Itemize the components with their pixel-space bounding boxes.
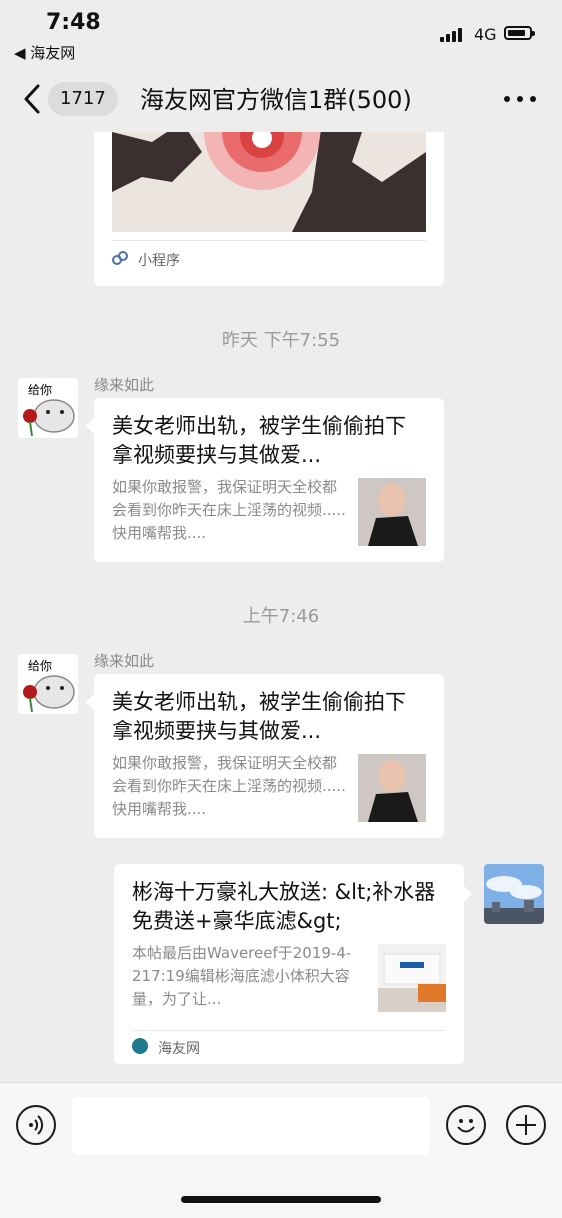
network-type: 4G bbox=[474, 25, 497, 44]
chat-header: 1717 海友网官方微信1群(500) bbox=[0, 66, 562, 132]
emoji-icon bbox=[457, 1119, 475, 1133]
link-message-card[interactable]: 美女老师出轨，被学生偷偷拍下拿视频要挟与其做爱... 如果你敢报警，我保证明天全… bbox=[86, 398, 444, 562]
source-logo-icon bbox=[132, 1038, 148, 1054]
sender-name: 缘来如此 bbox=[94, 376, 155, 394]
message-thumbnail bbox=[378, 944, 446, 1012]
avatar[interactable]: 给你 bbox=[18, 654, 78, 714]
chat-title: 海友网官方微信1群(500) bbox=[140, 86, 412, 114]
unread-count-badge[interactable]: 1717 bbox=[48, 82, 118, 116]
more-functions-button[interactable] bbox=[506, 1105, 546, 1145]
back-to-app-link[interactable]: ◀ 海友网 bbox=[14, 42, 75, 63]
message-title: 彬海十万豪礼大放送: &lt;补水器免费送+豪华底滤&gt; bbox=[132, 880, 436, 933]
home-indicator bbox=[181, 1196, 381, 1203]
divider bbox=[112, 240, 426, 241]
my-avatar[interactable] bbox=[484, 864, 544, 924]
timestamp: 昨天 下午7:55 bbox=[221, 330, 341, 351]
voice-input-button[interactable] bbox=[16, 1105, 56, 1145]
message-title: 美女老师出轨，被学生偷偷拍下拿视频要挟与其做爱... bbox=[112, 414, 406, 467]
message-title: 美女老师出轨，被学生偷偷拍下拿视频要挟与其做爱... bbox=[112, 690, 406, 743]
more-options-icon[interactable] bbox=[504, 96, 536, 104]
mini-program-card[interactable]: 小程序 bbox=[94, 132, 444, 286]
source-name: 海友网 bbox=[158, 1041, 200, 1057]
mini-program-image bbox=[112, 132, 426, 232]
avatar-caption: 给你 bbox=[28, 383, 52, 397]
mini-program-icon bbox=[112, 251, 128, 265]
outgoing-link-card[interactable]: 彬海十万豪礼大放送: &lt;补水器免费送+豪华底滤&gt; 本帖最后由Wave… bbox=[114, 864, 472, 1064]
link-message-card[interactable]: 美女老师出轨，被学生偷偷拍下拿视频要挟与其做爱... 如果你敢报警，我保证明天全… bbox=[86, 674, 444, 838]
message-list[interactable]: 小程序 昨天 下午7:55 给你 缘来如此 美女老师出轨，被学生偷偷拍下拿视频要… bbox=[0, 132, 562, 1082]
battery-icon bbox=[504, 26, 535, 40]
message-input[interactable] bbox=[72, 1097, 430, 1155]
avatar-caption: 给你 bbox=[28, 659, 52, 673]
avatar[interactable]: 给你 bbox=[18, 378, 78, 438]
divider bbox=[132, 1030, 446, 1031]
mini-program-label: 小程序 bbox=[138, 253, 180, 269]
message-description: 如果你敢报警，我保证明天全校都会看到你昨天在床上淫荡的视频.....快用嘴帮我.… bbox=[112, 478, 346, 542]
plus-icon bbox=[516, 1115, 536, 1135]
status-time: 7:48 bbox=[46, 10, 101, 35]
timestamp: 上午7:46 bbox=[242, 606, 320, 627]
sender-name: 缘来如此 bbox=[94, 652, 155, 670]
status-bar: 7:48 ◀ 海友网 4G bbox=[0, 0, 562, 66]
message-description: 如果你敢报警，我保证明天全校都会看到你昨天在床上淫荡的视频.....快用嘴帮我.… bbox=[112, 754, 346, 818]
message-description: 本帖最后由Wavereef于2019-4-217:19编辑彬海底滤小体积大容量，… bbox=[132, 944, 352, 1008]
message-thumbnail bbox=[358, 754, 426, 822]
message-thumbnail bbox=[358, 478, 426, 546]
voice-icon bbox=[29, 1115, 44, 1135]
back-chevron-icon[interactable] bbox=[20, 82, 50, 116]
signal-icon bbox=[440, 26, 466, 42]
emoji-button[interactable] bbox=[446, 1105, 486, 1145]
